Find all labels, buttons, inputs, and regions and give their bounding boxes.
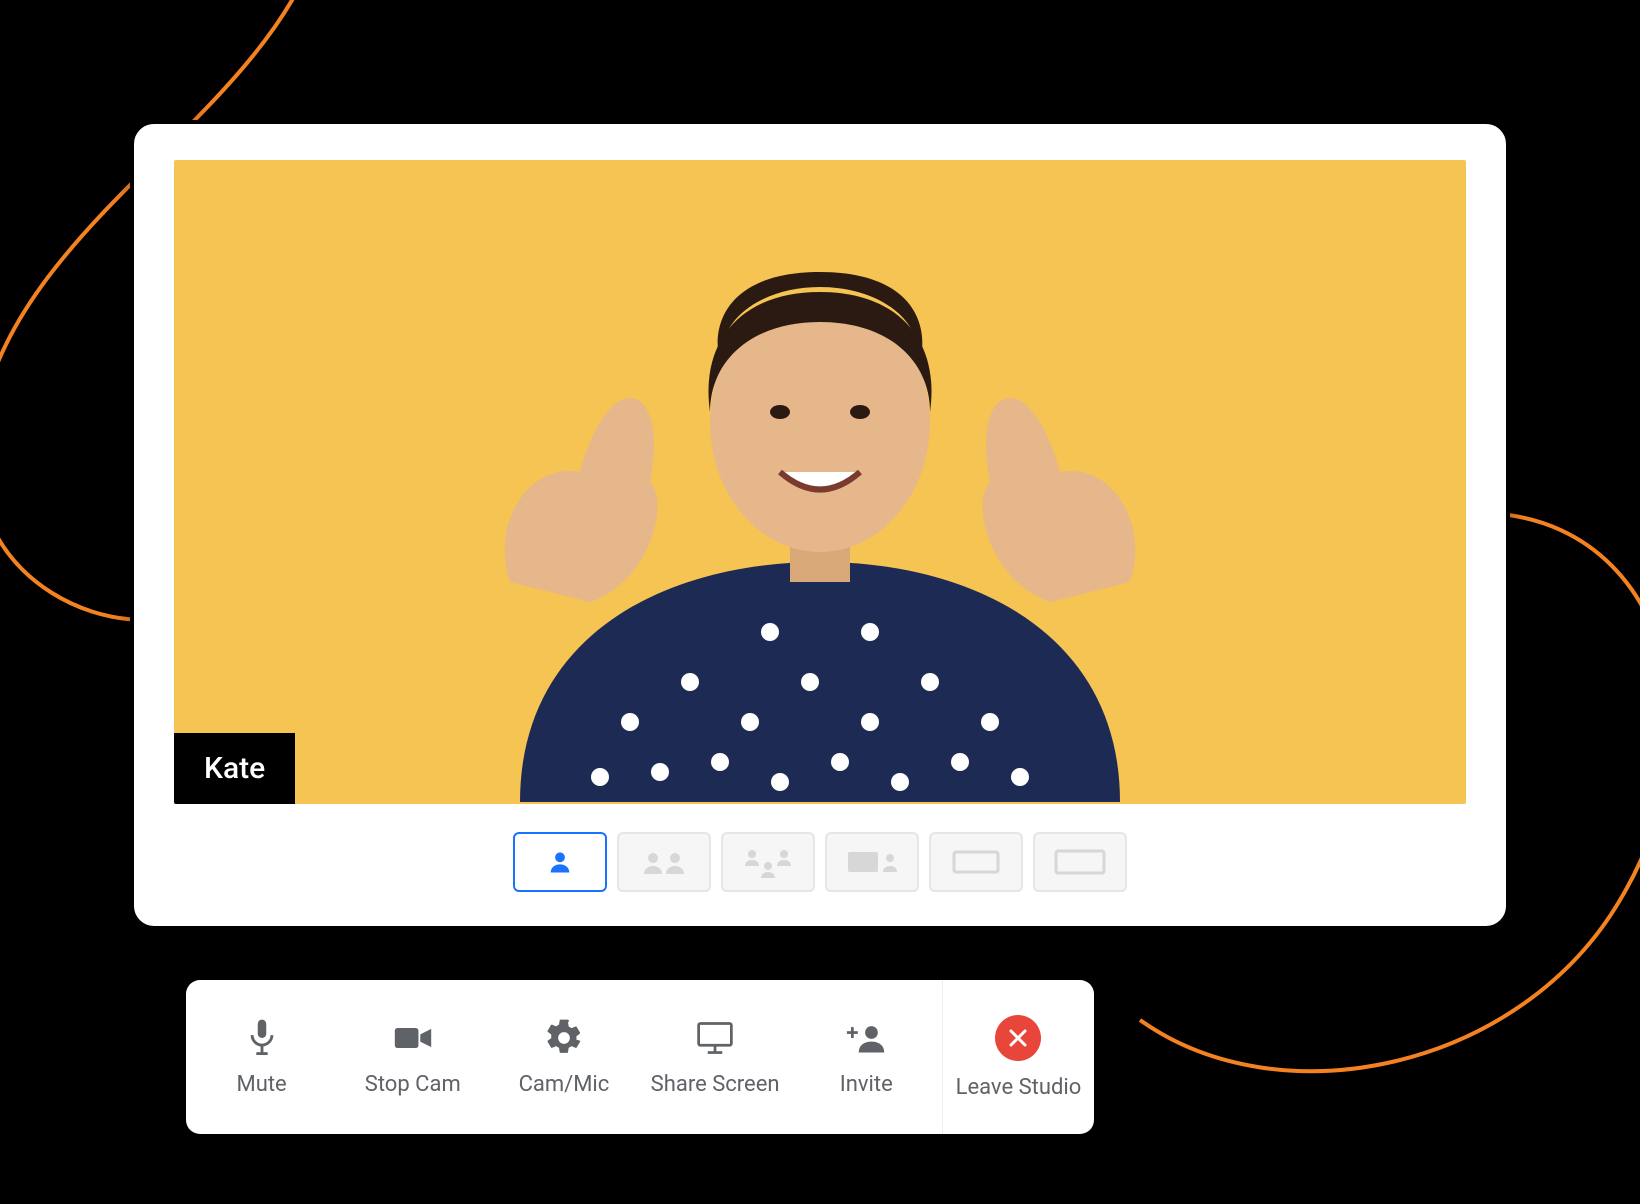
- layout-option-two[interactable]: [617, 832, 711, 892]
- screen-person-icon: [842, 846, 902, 878]
- stop-cam-label: Stop Cam: [365, 1072, 461, 1097]
- share-screen-button[interactable]: Share Screen: [640, 980, 791, 1134]
- cam-mic-button[interactable]: Cam/Mic: [488, 980, 639, 1134]
- participant-name: Kate: [204, 751, 265, 786]
- leave-studio-button[interactable]: Leave Studio: [942, 980, 1094, 1134]
- layout-option-screen-large[interactable]: [929, 832, 1023, 892]
- cam-mic-label: Cam/Mic: [519, 1072, 610, 1097]
- studio-window: Kate: [130, 120, 1510, 930]
- mute-button[interactable]: Mute: [186, 980, 337, 1134]
- screen-large-icon: [946, 846, 1006, 878]
- people-three-icon: [738, 846, 798, 878]
- layout-option-blank[interactable]: [1033, 832, 1127, 892]
- people-icon: [639, 848, 689, 876]
- blank-layout-icon: [1050, 846, 1110, 878]
- mute-label: Mute: [236, 1072, 286, 1097]
- layout-option-three[interactable]: [721, 832, 815, 892]
- layout-option-single[interactable]: [513, 832, 607, 892]
- close-icon: [995, 1015, 1041, 1061]
- screen-icon: [695, 1018, 735, 1058]
- control-toolbar: Mute Stop Cam Cam/Mic Share Screen Invit…: [186, 980, 1094, 1134]
- participant-video: [174, 160, 1466, 804]
- leave-studio-label: Leave Studio: [956, 1075, 1082, 1100]
- video-feed: Kate: [174, 160, 1466, 804]
- mic-icon: [242, 1018, 282, 1058]
- share-screen-label: Share Screen: [651, 1072, 780, 1097]
- invite-label: Invite: [840, 1072, 893, 1097]
- add-user-icon: [846, 1018, 886, 1058]
- layout-option-screen-small[interactable]: [825, 832, 919, 892]
- gear-icon: [544, 1018, 584, 1058]
- person-icon: [546, 848, 574, 876]
- invite-button[interactable]: Invite: [791, 980, 942, 1134]
- stop-cam-button[interactable]: Stop Cam: [337, 980, 488, 1134]
- video-icon: [393, 1018, 433, 1058]
- layout-selector: [174, 804, 1466, 902]
- participant-name-tag: Kate: [174, 733, 295, 804]
